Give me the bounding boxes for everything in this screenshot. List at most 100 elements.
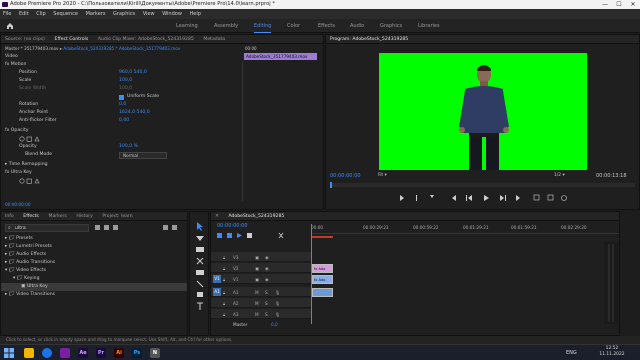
play-icon bbox=[484, 195, 489, 201]
effects-tree-item[interactable]: ▸ 📁︎ Video Transitions bbox=[5, 291, 55, 299]
ruler-label: 00:00 bbox=[311, 225, 324, 230]
ec-motion[interactable]: fx Motion bbox=[5, 61, 26, 69]
playhead[interactable] bbox=[311, 224, 312, 324]
workspace-effects[interactable]: Effects bbox=[318, 19, 335, 33]
tab-info[interactable]: Info bbox=[1, 212, 18, 220]
effects-tree-item[interactable]: ▾ 📁︎ Video Effects bbox=[5, 267, 46, 275]
photoshop-icon[interactable]: Ps bbox=[132, 348, 142, 358]
premiere-pro-icon[interactable]: Pr bbox=[96, 348, 106, 358]
minimize-button[interactable]: — bbox=[598, 0, 612, 9]
workspace-color[interactable]: Color bbox=[287, 19, 300, 33]
ec-clip-bar[interactable]: AdobeStock_351779403.mov bbox=[244, 53, 317, 60]
ec-uniform-scale-label: Uniform Scale bbox=[127, 94, 160, 99]
ec-time-remap[interactable]: ▸ Time Remapping bbox=[5, 161, 48, 169]
effects-tree-item[interactable]: ▸ 📁︎ Audio Transitions bbox=[5, 259, 55, 267]
tab-history[interactable]: History bbox=[72, 212, 96, 220]
timeline-close-icon[interactable]: ✕ bbox=[211, 212, 223, 220]
language-indicator[interactable]: ENG bbox=[566, 348, 577, 358]
source-patch-a1[interactable]: A1 bbox=[213, 288, 221, 296]
workspace-learning[interactable]: Learning bbox=[176, 19, 198, 33]
timeline-tab[interactable]: AdobeStock_524319285 bbox=[224, 212, 288, 220]
program-tab-row: Program: AdobeStock_524319285 bbox=[326, 35, 639, 44]
track-a3[interactable]: A3 🔒︎ M S 🎙︎ bbox=[211, 309, 311, 319]
workspace-graphics[interactable]: Graphics bbox=[380, 19, 402, 33]
ec-antiflicker-value[interactable]: 0,00 bbox=[119, 117, 129, 125]
ec-opacity[interactable]: fx Opacity bbox=[5, 127, 28, 135]
program-scrubber[interactable] bbox=[330, 182, 635, 188]
menu-edit[interactable]: Edit bbox=[19, 11, 29, 17]
clip-a1[interactable] bbox=[312, 288, 333, 297]
tab-effect-controls[interactable]: Effect Controls bbox=[51, 35, 93, 43]
source-patch-v1[interactable]: V1 bbox=[213, 275, 221, 283]
blend-mode-select[interactable]: Normal bbox=[119, 152, 167, 159]
menu-graphics[interactable]: Graphics bbox=[113, 11, 135, 17]
playhead-marker[interactable] bbox=[330, 182, 332, 188]
ec-footer-timecode[interactable]: 00:00:00:00 bbox=[5, 201, 31, 209]
menu-help[interactable]: Help bbox=[190, 11, 201, 17]
linked-selection-icon bbox=[227, 233, 232, 238]
menu-view[interactable]: View bbox=[143, 11, 155, 17]
ec-anchor-value[interactable]: 1024,0 540,0 bbox=[119, 109, 150, 117]
notepad-icon[interactable]: N bbox=[150, 348, 160, 358]
clip-v1[interactable]: fx Ado bbox=[312, 275, 333, 284]
tab-markers[interactable]: Markers bbox=[45, 212, 71, 220]
workspace-audio[interactable]: Audio bbox=[350, 19, 364, 33]
track-a2[interactable]: A2 🔒︎ M S 🎙︎ bbox=[211, 298, 311, 308]
after-effects-icon[interactable]: Ae bbox=[78, 348, 88, 358]
menu-markers[interactable]: Markers bbox=[86, 11, 106, 17]
program-title[interactable]: Program: AdobeStock_524319285 bbox=[326, 35, 412, 43]
workspace-editing[interactable]: Editing bbox=[254, 19, 272, 33]
track-a1[interactable]: A1 A1 🔒︎ M S 🎙︎ bbox=[211, 287, 311, 297]
ec-opacity-value[interactable]: 100,0 % bbox=[119, 143, 138, 151]
uniform-scale-checkbox[interactable] bbox=[119, 95, 124, 100]
ec-clip-label[interactable]: AdobeStock_524319285 * AdobeStock_351779… bbox=[63, 46, 180, 51]
effects-search-input[interactable]: ⌕ ultra bbox=[5, 224, 89, 232]
zoom-select[interactable]: Fit ▾ bbox=[378, 172, 408, 180]
step-back-icon bbox=[452, 195, 456, 201]
track-v1[interactable]: V1 V1 🔒︎ ▣ ◉ bbox=[211, 274, 311, 284]
chrome-icon[interactable] bbox=[42, 348, 52, 358]
resolution-select[interactable]: 1/2 ▾ bbox=[554, 172, 574, 180]
ec-rotation-value[interactable]: 0,0 bbox=[119, 101, 126, 109]
ec-master-label[interactable]: Master * 351779403.mov bbox=[5, 46, 59, 51]
maximize-button[interactable]: ☐ bbox=[612, 0, 626, 9]
workspace-assembly[interactable]: Assembly bbox=[214, 19, 238, 33]
ec-ultra-key[interactable]: fx Ultra Key bbox=[5, 169, 32, 177]
effects-tree-item-selected[interactable]: ▣ Ultra Key bbox=[1, 283, 187, 291]
home-icon[interactable] bbox=[6, 22, 14, 30]
close-button[interactable]: ✕ bbox=[626, 0, 640, 9]
track-v3[interactable]: V3 🔒︎ ▣ ◉ bbox=[211, 252, 311, 262]
menu-clip[interactable]: Clip bbox=[36, 11, 45, 17]
ec-position-value[interactable]: 960,0 540,0 bbox=[119, 69, 147, 77]
tab-audio-clip-mixer[interactable]: Audio Clip Mixer: AdobeStock_524319285 bbox=[94, 35, 198, 43]
tab-source[interactable]: Source: (no clips) bbox=[1, 35, 49, 43]
tab-metadata[interactable]: Metadata bbox=[199, 35, 229, 43]
work-area-bar[interactable] bbox=[311, 236, 333, 238]
explorer-icon[interactable] bbox=[24, 348, 34, 358]
ec-scale-value[interactable]: 100,0 bbox=[119, 77, 132, 85]
clip-v2[interactable]: fx Ado bbox=[312, 264, 333, 273]
effects-tree-item[interactable]: ▸ 📁︎ Presets bbox=[5, 235, 33, 243]
effect-controls-panel: Source: (no clips) Effect Controls Audio… bbox=[0, 34, 324, 210]
32bit-filter-icon bbox=[104, 225, 109, 230]
effects-tree-item[interactable]: ▾ 📁︎ Keying bbox=[13, 275, 40, 283]
program-timecode[interactable]: 00:00:00:00 bbox=[330, 172, 361, 180]
taskbar-clock[interactable]: 12:52 11.11.2022 bbox=[592, 346, 632, 358]
illustrator-icon[interactable]: Ai bbox=[114, 348, 124, 358]
master-track-value[interactable]: 0,0 bbox=[271, 321, 278, 329]
steam-icon[interactable] bbox=[60, 348, 70, 358]
windows-start-icon[interactable] bbox=[4, 348, 14, 358]
program-duration: 00:00:13:18 bbox=[596, 173, 627, 179]
tab-project[interactable]: Project: learn bbox=[98, 212, 136, 220]
menu-window[interactable]: Window bbox=[162, 11, 182, 17]
timeline-ruler[interactable]: 00:00 00:00:29:23 00:00:59:22 00:01:29:2… bbox=[311, 224, 619, 234]
ec-position-label: Position bbox=[19, 70, 37, 75]
menu-sequence[interactable]: Sequence bbox=[53, 11, 78, 17]
track-v2[interactable]: V2 🔒︎ ▣ ◉ bbox=[211, 263, 311, 273]
menu-file[interactable]: File bbox=[3, 11, 11, 17]
effects-tree-item[interactable]: ▸ 📁︎ Lumetri Presets bbox=[5, 243, 52, 251]
workspace-libraries[interactable]: Libraries bbox=[418, 19, 440, 33]
timeline-timecode[interactable]: 00:00:00:00 bbox=[217, 222, 248, 230]
tab-effects[interactable]: Effects bbox=[19, 212, 43, 220]
effects-tree-item[interactable]: ▸ 📁︎ Audio Effects bbox=[5, 251, 46, 259]
